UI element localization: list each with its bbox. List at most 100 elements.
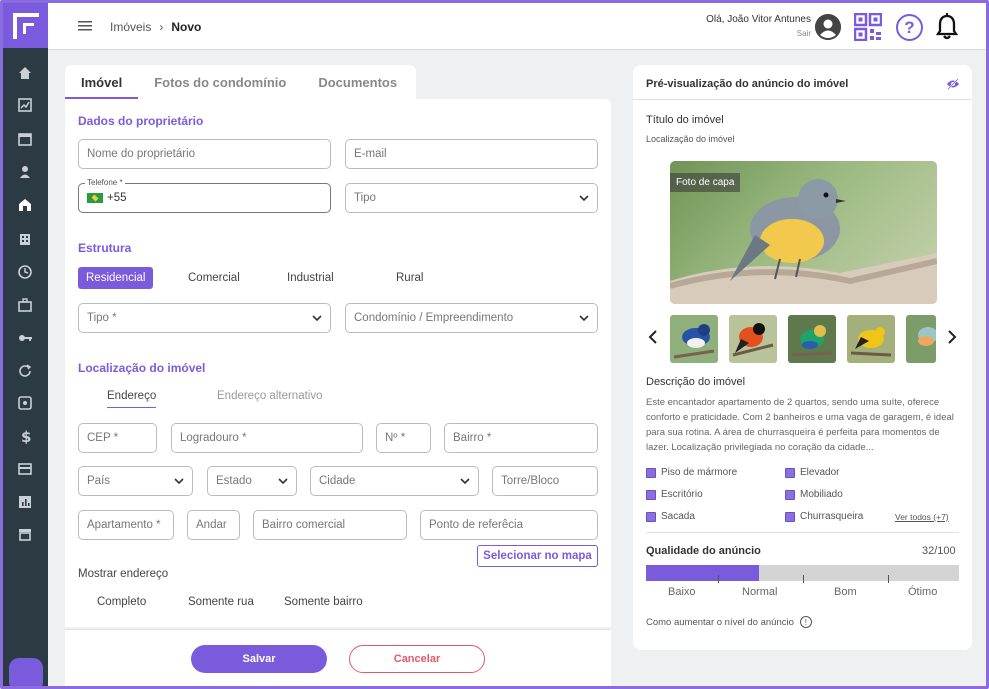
chevron-down-icon — [174, 478, 184, 484]
eye-off-icon[interactable] — [946, 78, 960, 90]
phone-prefix: +55 — [107, 192, 127, 204]
breadcrumb-imoveis[interactable]: Imóveis — [110, 20, 151, 34]
city-select[interactable]: Cidade — [310, 466, 479, 496]
reference-field[interactable]: Ponto de referêcia — [420, 510, 598, 540]
calendar-icon[interactable] — [16, 130, 34, 148]
checkbox-icon — [646, 489, 656, 500]
structure-comercial[interactable]: Comercial — [188, 272, 240, 284]
apartment-field[interactable]: Apartamento * — [78, 510, 174, 540]
properties-icon[interactable] — [16, 196, 34, 214]
tab-fotos-condominio[interactable]: Fotos do condomínio — [138, 65, 302, 99]
qr-code-icon[interactable] — [854, 13, 882, 41]
country-select[interactable]: País — [78, 466, 193, 496]
chevron-down-icon — [278, 478, 288, 484]
select-on-map-button[interactable]: Selecionar no mapa — [477, 545, 598, 567]
owner-type-placeholder: Tipo — [354, 192, 376, 204]
menu-icon[interactable] — [78, 21, 92, 31]
structure-residencial[interactable]: Residencial — [78, 267, 154, 289]
show-district-only[interactable]: Somente bairro — [284, 596, 363, 608]
form-tabs: Imóvel Fotos do condomínio Documentos — [65, 65, 416, 99]
store-icon[interactable] — [16, 525, 34, 543]
info-icon: ! — [799, 616, 812, 628]
chevron-left-icon[interactable] — [647, 329, 659, 345]
cancel-button[interactable]: Cancelar — [349, 645, 485, 673]
cep-placeholder: CEP * — [87, 432, 119, 444]
thumbnail[interactable] — [847, 315, 895, 363]
owner-name-placeholder: Nome do proprietário — [87, 148, 196, 160]
home-icon[interactable] — [16, 64, 34, 82]
listing-location: Localização do imóvel — [646, 134, 735, 144]
commercial-district-field[interactable]: Bairro comercial — [253, 510, 407, 540]
structure-rural[interactable]: Rural — [396, 272, 423, 284]
condo-select[interactable]: Condomínio / Empreendimento — [345, 303, 598, 333]
checkbox-icon — [646, 511, 656, 522]
refresh-icon[interactable] — [16, 361, 34, 379]
floor-placeholder: Andar — [196, 519, 227, 531]
dollar-icon[interactable]: $ — [16, 427, 34, 445]
quality-tick — [888, 575, 889, 583]
show-complete[interactable]: Completo — [97, 596, 146, 608]
street-field[interactable]: Logradouro * — [171, 423, 363, 453]
see-all-features-link[interactable]: Ver todos (+7) — [895, 512, 949, 522]
key-icon[interactable] — [16, 329, 34, 347]
city-placeholder: Cidade — [319, 475, 356, 487]
subtab-endereco-alternativo[interactable]: Endereço alternativo — [217, 390, 322, 402]
street-placeholder: Logradouro * — [180, 432, 247, 444]
quality-level-good: Bom — [834, 586, 857, 598]
number-field[interactable]: Nº * — [376, 423, 431, 453]
briefcase-icon[interactable] — [16, 296, 34, 314]
improve-quality-link[interactable]: Como aumentar o nível do anúncio! — [646, 616, 812, 628]
user-icon[interactable] — [16, 163, 34, 181]
state-select[interactable]: Estado — [207, 466, 297, 496]
bell-icon[interactable] — [935, 13, 959, 41]
tab-documentos[interactable]: Documentos — [302, 65, 413, 99]
thumbnail[interactable] — [788, 315, 836, 363]
save-button[interactable]: Salvar — [191, 645, 327, 673]
logout-link[interactable]: Sair — [706, 29, 811, 38]
report-icon[interactable] — [16, 493, 34, 511]
chat-button[interactable] — [9, 658, 43, 686]
feature-item: Churrasqueira — [785, 511, 863, 522]
brazil-flag-icon[interactable] — [87, 192, 103, 203]
help-icon[interactable]: ? — [896, 14, 923, 41]
cep-field[interactable]: CEP * — [78, 423, 157, 453]
feature-item: Escritório — [646, 489, 703, 500]
user-greeting: Olá, João Vitor Antunes Sair — [706, 14, 811, 38]
quality-bar-fill — [646, 565, 759, 581]
chevron-down-icon — [312, 315, 322, 321]
logo[interactable] — [3, 3, 48, 48]
show-street-only[interactable]: Somente rua — [188, 596, 254, 608]
subtab-endereco[interactable]: Endereço — [107, 390, 157, 408]
settings-box-icon[interactable] — [16, 394, 34, 412]
listing-title: Título do imóvel — [646, 114, 724, 126]
feature-label: Escritório — [661, 489, 703, 500]
card-icon[interactable] — [16, 460, 34, 478]
feature-item: Sacada — [646, 511, 695, 522]
phone-field[interactable]: Telefone * +55 — [78, 178, 331, 213]
structure-industrial[interactable]: Industrial — [287, 272, 334, 284]
quality-title: Qualidade do anúncio — [646, 545, 761, 557]
district-field[interactable]: Bairro * — [444, 423, 598, 453]
feature-item: Mobiliado — [785, 489, 843, 500]
email-field[interactable]: E-mail — [345, 139, 598, 169]
improve-text: Como aumentar o nível do anúncio — [646, 616, 794, 628]
tab-imovel[interactable]: Imóvel — [65, 65, 139, 99]
structure-type-select[interactable]: Tipo * — [78, 303, 331, 333]
clock-icon[interactable] — [16, 263, 34, 281]
chevron-right-icon[interactable] — [946, 329, 958, 345]
thumbnail[interactable] — [729, 315, 777, 363]
tower-field[interactable]: Torre/Bloco — [492, 466, 598, 496]
owner-name-field[interactable]: Nome do proprietário — [78, 139, 331, 169]
owner-type-select[interactable]: Tipo — [345, 183, 598, 213]
building-icon[interactable] — [16, 230, 34, 248]
cover-photo[interactable]: Foto de capa — [670, 161, 937, 304]
chart-icon[interactable] — [16, 96, 34, 114]
structure-type-placeholder: Tipo * — [87, 312, 117, 324]
email-placeholder: E-mail — [354, 148, 387, 160]
feature-item: Elevador — [785, 467, 839, 478]
floor-field[interactable]: Andar — [187, 510, 240, 540]
thumbnail[interactable] — [906, 315, 936, 363]
avatar[interactable] — [815, 14, 841, 40]
state-placeholder: Estado — [216, 475, 252, 487]
thumbnail[interactable] — [670, 315, 718, 363]
